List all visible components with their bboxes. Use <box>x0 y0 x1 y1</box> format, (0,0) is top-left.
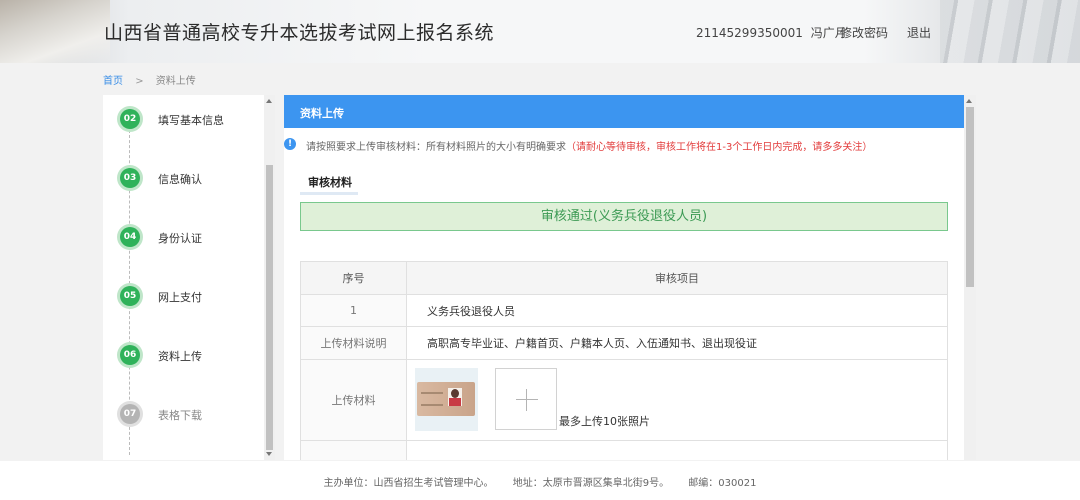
breadcrumb-home[interactable]: 首页 <box>103 76 123 87</box>
scroll-up-icon[interactable] <box>266 99 272 103</box>
step-label: 填写基本信息 <box>158 114 224 127</box>
footer-address: 地址：太原市晋源区集阜北街9号。 <box>512 478 670 489</box>
step-number-badge: 07 <box>120 404 140 424</box>
step-label: 资料上传 <box>158 350 202 363</box>
column-header-index: 序号 <box>300 261 407 295</box>
step-label: 身份认证 <box>158 232 202 245</box>
table-row: 1 义务兵役退役人员 <box>300 294 948 327</box>
step-item-identity[interactable]: 04 身份认证 <box>120 225 260 249</box>
step-label: 网上支付 <box>158 291 202 304</box>
step-item-info-confirm[interactable]: 03 信息确认 <box>120 166 260 190</box>
step-number-badge: 05 <box>120 286 140 306</box>
scrollbar-thumb[interactable] <box>966 107 974 287</box>
sidebar-scrollbar[interactable] <box>264 95 275 460</box>
footer-organizer: 主办单位：山西省招生考试管理中心。 <box>323 478 494 489</box>
add-photo-button[interactable] <box>495 368 557 430</box>
step-item-payment[interactable]: 05 网上支付 <box>120 284 260 308</box>
upload-notice: ! 请按照要求上传审核材料：所有材料照片的大小有明确要求（请耐心等待审核，审核工… <box>284 137 964 153</box>
footer-postcode: 邮编：030021 <box>688 478 757 489</box>
uploaded-photo-thumbnail[interactable] <box>415 368 478 431</box>
review-status-badge: 审核通过(义务兵役退役人员) <box>300 202 948 231</box>
scroll-up-icon[interactable] <box>966 99 972 103</box>
scrollbar-thumb[interactable] <box>266 165 273 450</box>
review-table: 序号 审核项目 1 义务兵役退役人员 上传材料说明 高职高专毕业证、户籍首页、户… <box>300 261 948 460</box>
upload-area: 最多上传10张照片 <box>407 360 947 440</box>
change-password-link[interactable]: 修改密码 <box>840 24 888 41</box>
row-key: 1 <box>300 294 407 327</box>
header: 山西省普通高校专升本选拔考试网上报名系统 21145299350001 冯广月 … <box>0 0 1080 63</box>
header-background-image <box>0 0 110 63</box>
panel-title: 资料上传 <box>284 95 964 128</box>
row-key: 上传材料 <box>300 359 407 441</box>
table-row <box>300 440 948 460</box>
step-label: 信息确认 <box>158 173 202 186</box>
steps-sidebar: 02 填写基本信息 03 信息确认 04 身份认证 05 网上支付 06 资料上… <box>103 95 275 460</box>
section-title: 审核材料 <box>300 174 358 195</box>
step-item-download[interactable]: 07 表格下载 <box>120 402 260 426</box>
info-icon: ! <box>284 138 296 150</box>
notice-warning: （请耐心等待审核，审核工作将在1-3个工作日内完成，请多多关注） <box>566 142 873 153</box>
breadcrumb-separator: > <box>135 76 144 87</box>
breadcrumb: 首页 > 资料上传 <box>103 72 196 87</box>
step-list: 02 填写基本信息 03 信息确认 04 身份认证 05 网上支付 06 资料上… <box>103 95 263 460</box>
step-number-badge: 02 <box>120 109 140 129</box>
main-scrollbar[interactable] <box>964 95 976 460</box>
step-number-badge: 03 <box>120 168 140 188</box>
user-id: 21145299350001 <box>696 26 803 40</box>
breadcrumb-current: 资料上传 <box>155 76 196 87</box>
step-item-upload[interactable]: 06 资料上传 <box>120 343 260 367</box>
footer: 主办单位：山西省招生考试管理中心。 地址：太原市晋源区集阜北街9号。 邮编：03… <box>0 461 1080 500</box>
table-row-upload: 上传材料 最多上传10张照片 <box>300 359 948 441</box>
column-header-item: 审核项目 <box>406 261 948 295</box>
logout-link[interactable]: 退出 <box>907 24 931 41</box>
system-title: 山西省普通高校专升本选拔考试网上报名系统 <box>104 22 495 44</box>
header-background-image-right <box>940 0 1080 63</box>
row-value: 义务兵役退役人员 <box>406 294 948 327</box>
step-item-basic-info[interactable]: 02 填写基本信息 <box>120 107 260 131</box>
upload-panel: 资料上传 ! 请按照要求上传审核材料：所有材料照片的大小有明确要求（请耐心等待审… <box>284 95 964 460</box>
scroll-down-icon[interactable] <box>266 452 272 456</box>
row-value: 高职高专毕业证、户籍首页、户籍本人页、入伍通知书、退出现役证 <box>406 326 948 360</box>
step-label: 表格下载 <box>158 409 202 422</box>
notice-text: 请按照要求上传审核材料：所有材料照片的大小有明确要求 <box>306 142 566 153</box>
step-number-badge: 04 <box>120 227 140 247</box>
row-key: 上传材料说明 <box>300 326 407 360</box>
step-number-badge: 06 <box>120 345 140 365</box>
upload-limit-note: 最多上传10张照片 <box>559 415 650 428</box>
table-header-row: 序号 审核项目 <box>300 261 948 295</box>
table-row: 上传材料说明 高职高专毕业证、户籍首页、户籍本人页、入伍通知书、退出现役证 <box>300 326 948 360</box>
user-info: 21145299350001 冯广月 <box>696 24 847 41</box>
